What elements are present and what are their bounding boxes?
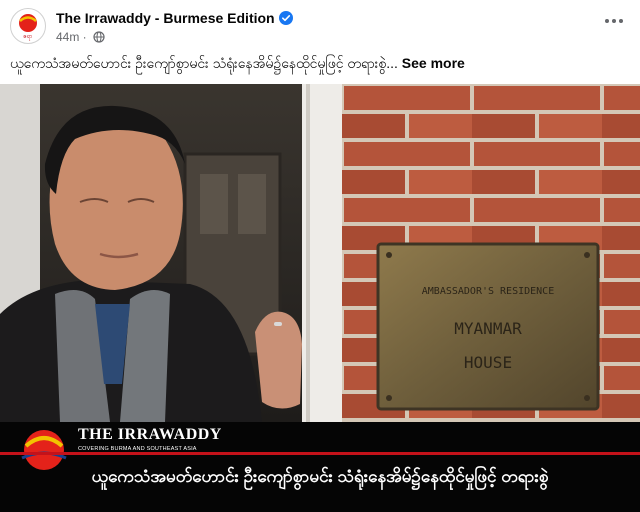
brand-red-line [0, 452, 640, 455]
caption-text: ယူကေသံအမတ်ဟောင်း ဦးကျော်စွာမင်း သံရုံးနေ… [10, 55, 398, 71]
avatar-text: ဧရာ [23, 33, 32, 41]
more-horizontal-icon [605, 19, 623, 23]
irrawaddy-logo-icon: ဧရာ [12, 10, 44, 42]
globe-icon [93, 31, 105, 46]
face [49, 122, 183, 290]
hand [255, 311, 302, 409]
page-avatar[interactable]: ဧရာ [10, 8, 46, 44]
plaque-line1: AMBASSADOR'S RESIDENCE [422, 286, 554, 297]
post-meta: 44m · [56, 30, 105, 46]
verified-badge-icon [278, 11, 293, 28]
news-photo: AMBASSADOR'S RESIDENCE MYANMAR HOUSE [0, 84, 640, 422]
post-caption: ယူကေသံအမတ်ဟောင်း ဦးကျော်စွာမင်း သံရုံးနေ… [10, 54, 465, 75]
more-options-button[interactable] [602, 14, 626, 28]
page-name-link[interactable]: The Irrawaddy - Burmese Edition [56, 10, 275, 26]
headline-banner: THE IRRAWADDY COVERING BURMA AND SOUTHEA… [0, 422, 640, 512]
plaque-line3: HOUSE [464, 353, 512, 372]
brand-name: THE IRRAWADDY [78, 426, 222, 443]
plaque-line2: MYANMAR [454, 319, 522, 338]
see-more-link[interactable]: See more [402, 55, 465, 71]
banner-headline: ယူကေသံအမတ်ဟောင်း ဦးကျော်စွာမင်း သံရုံးနေ… [91, 467, 549, 486]
post-header: ဧရာ The Irrawaddy - Burmese Edition 44m … [0, 0, 640, 50]
post-image[interactable]: AMBASSADOR'S RESIDENCE MYANMAR HOUSE THE… [0, 84, 640, 512]
post-time[interactable]: 44m [56, 30, 79, 44]
page-name-row: The Irrawaddy - Burmese Edition [56, 10, 293, 28]
